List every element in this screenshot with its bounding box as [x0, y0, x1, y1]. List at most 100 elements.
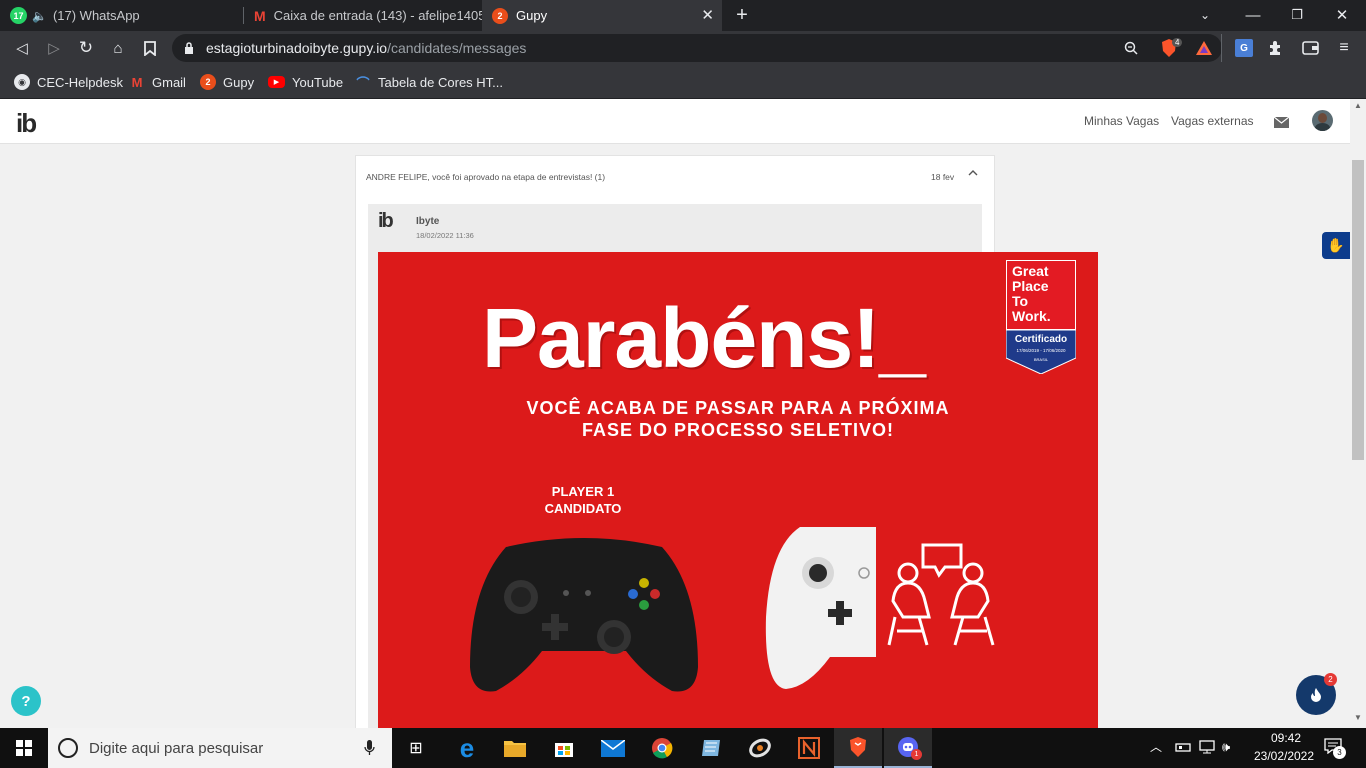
reload-icon[interactable]: ↻ — [74, 36, 98, 60]
chrome-icon[interactable] — [638, 728, 686, 768]
scroll-up-icon[interactable]: ▲ — [1352, 101, 1364, 113]
app-icon-ring[interactable] — [736, 728, 784, 768]
bookmark-label: YouTube — [292, 74, 344, 90]
tab-label: Gupy — [516, 8, 548, 23]
avatar[interactable] — [1312, 110, 1333, 131]
notifications-icon[interactable]: 3 — [1324, 738, 1346, 759]
web-page: ib Minhas Vagas Vagas externas ANDRE FEL… — [0, 99, 1350, 728]
tabela-icon: ⌒ — [356, 75, 370, 91]
wallet-icon[interactable] — [1300, 38, 1320, 58]
clock-time[interactable]: 09:42 — [1256, 731, 1316, 745]
new-tab-icon[interactable]: + — [730, 4, 754, 26]
bookmark-cec-helpdesk[interactable]: ◉ CEC-Helpdesk — [14, 65, 123, 99]
message-subject[interactable]: ANDRE FELIPE, você foi aprovado na etapa… — [366, 172, 605, 182]
bookmark-gupy[interactable]: 2 Gupy — [200, 65, 254, 99]
bookmark-gmail[interactable]: M Gmail — [129, 65, 186, 99]
brave-rewards-icon[interactable] — [1195, 40, 1213, 56]
discord-taskbar-icon[interactable]: 1 — [884, 728, 932, 768]
ethernet-icon[interactable] — [1199, 740, 1215, 754]
url-domain: estagioturbinadoibyte.gupy.io — [206, 40, 388, 56]
gptw-country: BRASIL — [1033, 357, 1049, 362]
tab-whatsapp[interactable]: 17 🔈 (17) WhatsApp — [0, 0, 244, 31]
globe-icon: ◉ — [14, 74, 30, 90]
back-icon[interactable]: ◁ — [10, 36, 34, 60]
chat-badge: 2 — [1324, 673, 1337, 686]
gptw-cert: Certificado — [1014, 334, 1068, 345]
brave-taskbar-icon[interactable] — [834, 728, 882, 768]
bookmark-tabela-cores[interactable]: ⌒ Tabela de Cores HT... — [355, 65, 503, 99]
restore-icon[interactable]: ❐ — [1285, 4, 1309, 26]
network-adapter-icon[interactable] — [1175, 740, 1191, 754]
gptw-line-4: Work. — [1012, 308, 1051, 324]
notes-app-icon[interactable] — [687, 728, 735, 768]
edge-icon[interactable]: e — [443, 728, 491, 768]
bookmark-label: Gupy — [223, 74, 255, 90]
volume-icon[interactable]: 🕪 — [1222, 739, 1230, 755]
ibyte-logo[interactable]: ib — [16, 108, 37, 139]
message-date: 18 fev — [931, 172, 955, 182]
mail-icon[interactable] — [1273, 115, 1290, 128]
gptw-badge: Great Place To Work. Certificado 17/06/2… — [1006, 260, 1076, 374]
message-timestamp: 18/02/2022 11:36 — [416, 231, 474, 240]
bookmark-label: Tabela de Cores HT... — [378, 74, 504, 90]
file-explorer-icon[interactable] — [491, 728, 539, 768]
bookmark-label: CEC-Helpdesk — [37, 74, 123, 90]
mail-app-icon[interactable] — [589, 728, 637, 768]
menu-icon[interactable]: ≡ — [1334, 38, 1354, 58]
task-view-icon[interactable]: ⊞ — [392, 728, 440, 768]
taskbar-search-box[interactable]: Digite aqui para pesquisar — [48, 728, 392, 768]
speaker-icon[interactable]: 🔈 — [32, 9, 47, 23]
bookmark-icon[interactable] — [138, 36, 162, 60]
store-icon[interactable] — [540, 728, 588, 768]
search-placeholder: Digite aqui para pesquisar — [89, 739, 264, 757]
gmail-icon: M — [254, 7, 266, 24]
help-button[interactable]: ? — [11, 686, 41, 716]
url-path: /candidates/messages — [387, 40, 527, 56]
candidate-label: CANDIDATO — [544, 501, 622, 516]
collapse-chevron-icon[interactable] — [968, 168, 978, 180]
brave-count-badge: 4 — [1172, 38, 1183, 47]
zoom-icon[interactable] — [1121, 38, 1141, 58]
scrollbar-thumb[interactable] — [1352, 160, 1364, 460]
tab-search-icon[interactable]: ⌄ — [1193, 5, 1217, 25]
sender-name: Ibyte — [416, 216, 440, 227]
player-label: PLAYER 1 — [551, 484, 615, 499]
flame-icon — [1311, 688, 1321, 702]
gptw-line-2: Place — [1012, 278, 1049, 294]
bookmark-youtube[interactable]: ▶ YouTube — [268, 65, 343, 99]
n-app-icon[interactable] — [785, 728, 833, 768]
bookmark-label: Gmail — [152, 74, 186, 90]
nav-vagas-externas[interactable]: Vagas externas — [1171, 114, 1254, 128]
lock-icon[interactable] — [182, 39, 196, 57]
url-text[interactable]: estagioturbinadoibyte.gupy.io/candidates… — [206, 40, 526, 56]
banner-headline: Parabéns!_ — [482, 291, 926, 385]
close-window-icon[interactable]: ✕ — [1330, 4, 1354, 26]
youtube-icon: ▶ — [268, 76, 285, 88]
tray-chevron-icon[interactable]: ︿ — [1150, 738, 1162, 755]
windows-start-icon[interactable] — [0, 728, 48, 768]
white-controller-image — [765, 527, 876, 689]
home-icon[interactable]: ⌂ — [106, 36, 130, 60]
minimize-icon[interactable]: — — [1241, 4, 1265, 26]
chat-button[interactable]: 2 — [1296, 673, 1337, 715]
approval-banner-image: Parabéns!_ VOCÊ ACABA DE PASSAR PARA A P… — [378, 252, 1098, 728]
microphone-icon[interactable] — [364, 740, 375, 760]
extensions-icon[interactable] — [1266, 38, 1286, 58]
scroll-down-icon[interactable]: ▼ — [1352, 713, 1364, 725]
tab-label: Caixa de entrada (143) - afelipe1405@ — [273, 8, 482, 23]
brave-shields-icon[interactable]: 4 — [1160, 38, 1188, 58]
tab-gupy[interactable]: 2 Gupy ✕ — [482, 0, 722, 31]
forward-icon[interactable]: ▷ — [42, 36, 66, 60]
close-tab-icon[interactable]: ✕ — [701, 6, 714, 24]
black-controller-image — [470, 538, 698, 692]
discord-badge: 1 — [911, 749, 922, 760]
accessibility-hand-icon[interactable]: ✋ — [1322, 232, 1350, 259]
gmail-icon: M — [131, 74, 143, 90]
sender-logo: ib — [378, 210, 394, 232]
clock-date[interactable]: 23/02/2022 — [1248, 749, 1320, 763]
banner-subline-1: VOCÊ ACABA DE PASSAR PARA A PRÓXIMA — [526, 398, 950, 418]
gupy-icon: 2 — [492, 7, 508, 24]
nav-minhas-vagas[interactable]: Minhas Vagas — [1084, 114, 1159, 128]
translate-icon[interactable]: G — [1235, 39, 1253, 57]
tab-gmail[interactable]: M Caixa de entrada (143) - afelipe1405@ — [244, 0, 482, 31]
